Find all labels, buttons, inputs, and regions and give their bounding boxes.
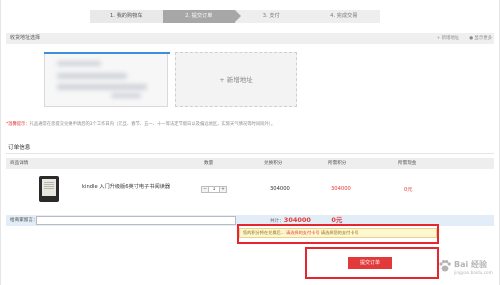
- blurred-address-text: [57, 61, 101, 66]
- payment-card-hint[interactable]: 您的积分将在兑换后... 请选择的支付卡号 请选择您的支付卡号: [239, 228, 437, 238]
- product-name[interactable]: kindle 入门升级版6英寸电子书阅读器: [82, 183, 170, 190]
- selected-indicator: [44, 52, 170, 54]
- quantity-stepper: − +: [201, 186, 227, 193]
- blurred-address-text: [111, 93, 141, 98]
- blurred-address-text: [57, 84, 147, 90]
- col-product: 商品详情: [10, 161, 29, 166]
- points-value: 304000: [331, 186, 351, 192]
- paw-logo-icon: [439, 260, 451, 272]
- show-more-link[interactable]: ● 显示更多: [469, 33, 492, 44]
- warm-notice: *温馨提示：礼品通常在您提交兑换申请后的3个工作日内（元旦、春节、五一、十一等法…: [6, 122, 276, 127]
- quantity-input[interactable]: [209, 186, 219, 193]
- price-value: 304000: [270, 186, 290, 192]
- order-section-title: 订单信息: [8, 145, 31, 151]
- col-points: 所需积分: [328, 161, 347, 166]
- address-section-header: 收货地址选择: [6, 33, 494, 44]
- order-table-header: 商品详情 数量 兑换积分 所需积分 所需现金: [6, 158, 494, 169]
- watermark: Bai 经验 jingyan.baidu.com: [438, 257, 494, 279]
- step-cart[interactable]: 1. 我的购物车: [90, 10, 163, 23]
- page-left-border: [0, 0, 1, 285]
- blurred-address-text: [57, 73, 127, 79]
- step-submit-order: 2. 提交订单: [162, 10, 241, 23]
- step-arrow-icon: [235, 10, 241, 22]
- address-actions: + 新增地址 ● 显示更多: [437, 33, 492, 44]
- address-card-selected[interactable]: [44, 52, 170, 107]
- plus-button[interactable]: +: [219, 186, 227, 193]
- col-price: 兑换积分: [264, 161, 283, 166]
- divider: [6, 153, 494, 154]
- col-cash: 所需现金: [398, 161, 417, 166]
- remarks-input[interactable]: [36, 216, 236, 225]
- step-pay: 3. 支付: [235, 10, 308, 23]
- add-address-card[interactable]: + 新增地址: [175, 52, 297, 107]
- cash-value: 0元: [404, 187, 413, 193]
- checkout-steps: 1. 我的购物车 2. 提交订单 3. 支付 4. 完成交易: [90, 10, 380, 23]
- remarks-label: 给商家留言：: [10, 218, 38, 223]
- submit-order-button[interactable]: 提交订单: [348, 257, 392, 269]
- minus-button[interactable]: −: [201, 186, 209, 193]
- col-qty: 数量: [204, 161, 214, 166]
- product-image[interactable]: [39, 176, 59, 202]
- table-row: kindle 入门升级版6英寸电子书阅读器 − + 304000 304000 …: [6, 172, 494, 210]
- add-address-link[interactable]: + 新增地址: [437, 33, 460, 44]
- step-complete: 4. 完成交易: [307, 10, 380, 23]
